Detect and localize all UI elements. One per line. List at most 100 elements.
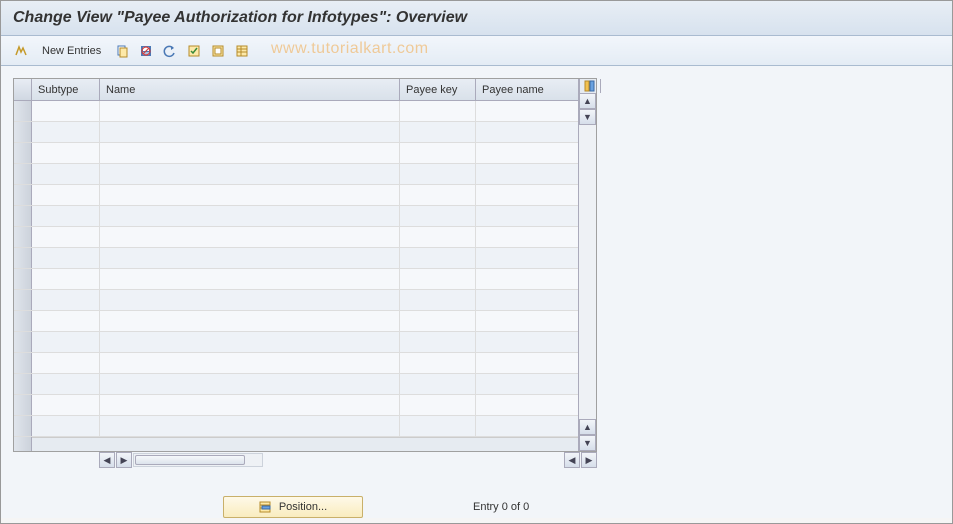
cell-payee-key[interactable] bbox=[400, 227, 476, 247]
row-selector[interactable] bbox=[14, 122, 32, 142]
cell-name[interactable] bbox=[100, 374, 400, 394]
cell-payee-name[interactable] bbox=[476, 374, 578, 394]
cell-subtype[interactable] bbox=[32, 416, 100, 436]
cell-name[interactable] bbox=[100, 227, 400, 247]
cell-name[interactable] bbox=[100, 290, 400, 310]
cell-name[interactable] bbox=[100, 353, 400, 373]
select-all-icon[interactable] bbox=[184, 41, 204, 61]
cell-name[interactable] bbox=[100, 122, 400, 142]
row-selector[interactable] bbox=[14, 416, 32, 436]
cell-name[interactable] bbox=[100, 395, 400, 415]
cell-subtype[interactable] bbox=[32, 269, 100, 289]
row-selector[interactable] bbox=[14, 164, 32, 184]
cell-name[interactable] bbox=[100, 143, 400, 163]
cell-payee-name[interactable] bbox=[476, 122, 578, 142]
cell-payee-key[interactable] bbox=[400, 290, 476, 310]
cell-payee-key[interactable] bbox=[400, 143, 476, 163]
row-selector[interactable] bbox=[14, 395, 32, 415]
copy-icon[interactable] bbox=[112, 41, 132, 61]
cell-name[interactable] bbox=[100, 332, 400, 352]
col-payee-name[interactable]: Payee name bbox=[476, 79, 578, 100]
cell-payee-name[interactable] bbox=[476, 269, 578, 289]
cell-subtype[interactable] bbox=[32, 374, 100, 394]
save-icon[interactable] bbox=[136, 41, 156, 61]
cell-payee-key[interactable] bbox=[400, 269, 476, 289]
cell-payee-name[interactable] bbox=[476, 395, 578, 415]
cell-name[interactable] bbox=[100, 248, 400, 268]
cell-subtype[interactable] bbox=[32, 164, 100, 184]
row-selector[interactable] bbox=[14, 374, 32, 394]
cell-payee-key[interactable] bbox=[400, 332, 476, 352]
cell-payee-key[interactable] bbox=[400, 395, 476, 415]
table-config-icon[interactable] bbox=[579, 79, 601, 93]
cell-name[interactable] bbox=[100, 269, 400, 289]
hscroll-thumb[interactable] bbox=[135, 455, 245, 465]
cell-subtype[interactable] bbox=[32, 227, 100, 247]
cell-payee-key[interactable] bbox=[400, 374, 476, 394]
cell-payee-key[interactable] bbox=[400, 206, 476, 226]
cell-payee-name[interactable] bbox=[476, 206, 578, 226]
scroll-down-step-button[interactable]: ▼ bbox=[579, 109, 596, 125]
col-subtype[interactable]: Subtype bbox=[32, 79, 100, 100]
scroll-left-step-button[interactable]: ◀ bbox=[564, 452, 580, 468]
cell-subtype[interactable] bbox=[32, 332, 100, 352]
cell-payee-name[interactable] bbox=[476, 185, 578, 205]
cell-payee-key[interactable] bbox=[400, 122, 476, 142]
cell-payee-key[interactable] bbox=[400, 164, 476, 184]
cell-payee-name[interactable] bbox=[476, 332, 578, 352]
scroll-up-step-button[interactable]: ▲ bbox=[579, 419, 596, 435]
row-selector[interactable] bbox=[14, 311, 32, 331]
cell-name[interactable] bbox=[100, 416, 400, 436]
cell-name[interactable] bbox=[100, 206, 400, 226]
cell-subtype[interactable] bbox=[32, 248, 100, 268]
cell-payee-name[interactable] bbox=[476, 416, 578, 436]
row-selector[interactable] bbox=[14, 101, 32, 121]
scroll-right-step-button[interactable]: ▶ bbox=[116, 452, 132, 468]
hscroll-track-left[interactable] bbox=[133, 453, 263, 467]
cell-subtype[interactable] bbox=[32, 185, 100, 205]
cell-subtype[interactable] bbox=[32, 395, 100, 415]
col-payee-key[interactable]: Payee key bbox=[400, 79, 476, 100]
row-selector[interactable] bbox=[14, 332, 32, 352]
cell-payee-name[interactable] bbox=[476, 143, 578, 163]
scroll-down-button[interactable]: ▼ bbox=[579, 435, 596, 451]
cell-subtype[interactable] bbox=[32, 206, 100, 226]
cell-payee-key[interactable] bbox=[400, 353, 476, 373]
cell-payee-name[interactable] bbox=[476, 353, 578, 373]
cell-payee-name[interactable] bbox=[476, 311, 578, 331]
cell-name[interactable] bbox=[100, 185, 400, 205]
cell-subtype[interactable] bbox=[32, 311, 100, 331]
cell-payee-key[interactable] bbox=[400, 416, 476, 436]
scroll-up-button[interactable]: ▲ bbox=[579, 93, 596, 109]
new-entries-button[interactable]: New Entries bbox=[35, 42, 108, 60]
scroll-left-button[interactable]: ◀ bbox=[99, 452, 115, 468]
vscroll-track[interactable] bbox=[579, 125, 596, 419]
undo-icon[interactable] bbox=[160, 41, 180, 61]
row-selector[interactable] bbox=[14, 143, 32, 163]
row-selector[interactable] bbox=[14, 353, 32, 373]
toggle-icon[interactable] bbox=[11, 41, 31, 61]
position-button[interactable]: Position... bbox=[223, 496, 363, 518]
row-selector[interactable] bbox=[14, 248, 32, 268]
row-selector[interactable] bbox=[14, 185, 32, 205]
scroll-right-button[interactable]: ▶ bbox=[581, 452, 597, 468]
cell-name[interactable] bbox=[100, 164, 400, 184]
cell-subtype[interactable] bbox=[32, 101, 100, 121]
col-name[interactable]: Name bbox=[100, 79, 400, 100]
cell-name[interactable] bbox=[100, 311, 400, 331]
cell-payee-name[interactable] bbox=[476, 248, 578, 268]
cell-subtype[interactable] bbox=[32, 290, 100, 310]
row-selector[interactable] bbox=[14, 290, 32, 310]
row-selector[interactable] bbox=[14, 269, 32, 289]
row-selector[interactable] bbox=[14, 227, 32, 247]
cell-payee-name[interactable] bbox=[476, 101, 578, 121]
cell-subtype[interactable] bbox=[32, 353, 100, 373]
cell-payee-key[interactable] bbox=[400, 248, 476, 268]
table-settings-icon[interactable] bbox=[232, 41, 252, 61]
cell-payee-key[interactable] bbox=[400, 185, 476, 205]
row-selector[interactable] bbox=[14, 206, 32, 226]
cell-payee-key[interactable] bbox=[400, 101, 476, 121]
cell-name[interactable] bbox=[100, 101, 400, 121]
cell-subtype[interactable] bbox=[32, 122, 100, 142]
cell-payee-key[interactable] bbox=[400, 311, 476, 331]
